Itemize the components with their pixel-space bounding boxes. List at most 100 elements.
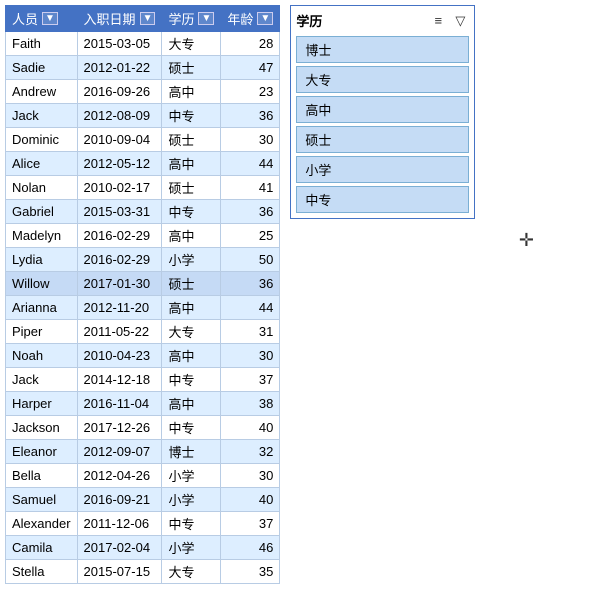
- cell-edu: 硕士: [162, 56, 221, 80]
- cell-name: Harper: [6, 392, 78, 416]
- cell-edu: 中专: [162, 200, 221, 224]
- cell-date: 2010-04-23: [77, 344, 162, 368]
- cell-age: 30: [221, 464, 280, 488]
- cell-date: 2017-12-26: [77, 416, 162, 440]
- cell-edu: 大专: [162, 32, 221, 56]
- cell-edu: 小学: [162, 536, 221, 560]
- cell-age: 37: [221, 512, 280, 536]
- cell-date: 2010-09-04: [77, 128, 162, 152]
- cell-age: 36: [221, 272, 280, 296]
- cell-date: 2014-12-18: [77, 368, 162, 392]
- table-row[interactable]: Alice2012-05-12高中44: [6, 152, 280, 176]
- cell-edu: 大专: [162, 320, 221, 344]
- cell-age: 35: [221, 560, 280, 584]
- cell-name: Dominic: [6, 128, 78, 152]
- cell-name: Jackson: [6, 416, 78, 440]
- cell-name: Alexander: [6, 512, 78, 536]
- table-row[interactable]: Stella2015-07-15大专35: [6, 560, 280, 584]
- table-row[interactable]: Faith2015-03-05大专28: [6, 32, 280, 56]
- cell-edu: 硕士: [162, 176, 221, 200]
- filter-panel: 学历 ≡ ▽ 博士大专高中硕士小学中专: [290, 5, 475, 219]
- cell-date: 2011-12-06: [77, 512, 162, 536]
- dropdown-arrow-date[interactable]: ▼: [140, 12, 156, 25]
- table-row[interactable]: Lydia2016-02-29小学50: [6, 248, 280, 272]
- cell-edu: 中专: [162, 104, 221, 128]
- cell-date: 2012-01-22: [77, 56, 162, 80]
- cell-age: 41: [221, 176, 280, 200]
- cell-edu: 高中: [162, 392, 221, 416]
- sort-icon[interactable]: ≡: [429, 12, 447, 30]
- filter-items-list: 博士大专高中硕士小学中专: [296, 36, 469, 213]
- table-row[interactable]: Samuel2016-09-21小学40: [6, 488, 280, 512]
- cell-date: 2017-02-04: [77, 536, 162, 560]
- table-row[interactable]: Jackson2017-12-26中专40: [6, 416, 280, 440]
- table-row[interactable]: Piper2011-05-22大专31: [6, 320, 280, 344]
- table-row[interactable]: Alexander2011-12-06中专37: [6, 512, 280, 536]
- table-row[interactable]: Nolan2010-02-17硕士41: [6, 176, 280, 200]
- table-row[interactable]: Arianna2012-11-20高中44: [6, 296, 280, 320]
- cell-name: Arianna: [6, 296, 78, 320]
- funnel-icon[interactable]: ▽: [451, 12, 469, 30]
- cell-edu: 小学: [162, 464, 221, 488]
- cell-date: 2016-02-29: [77, 248, 162, 272]
- cell-date: 2015-03-31: [77, 200, 162, 224]
- cell-age: 31: [221, 320, 280, 344]
- table-row[interactable]: Camila2017-02-04小学46: [6, 536, 280, 560]
- cell-age: 32: [221, 440, 280, 464]
- dropdown-arrow-name[interactable]: ▼: [42, 12, 58, 25]
- cell-name: Eleanor: [6, 440, 78, 464]
- cell-name: Camila: [6, 536, 78, 560]
- cell-age: 44: [221, 152, 280, 176]
- cell-date: 2016-09-26: [77, 80, 162, 104]
- cell-edu: 高中: [162, 296, 221, 320]
- cell-date: 2012-09-07: [77, 440, 162, 464]
- cell-age: 40: [221, 488, 280, 512]
- table-row[interactable]: Dominic2010-09-04硕士30: [6, 128, 280, 152]
- cell-name: Alice: [6, 152, 78, 176]
- cell-name: Nolan: [6, 176, 78, 200]
- cell-name: Willow: [6, 272, 78, 296]
- cell-edu: 高中: [162, 152, 221, 176]
- cell-name: Stella: [6, 560, 78, 584]
- cell-edu: 小学: [162, 248, 221, 272]
- cell-edu: 中专: [162, 368, 221, 392]
- table-row[interactable]: Noah2010-04-23高中30: [6, 344, 280, 368]
- cell-age: 30: [221, 128, 280, 152]
- table-row[interactable]: Gabriel2015-03-31中专36: [6, 200, 280, 224]
- table-row[interactable]: Jack2014-12-18中专37: [6, 368, 280, 392]
- cell-edu: 高中: [162, 344, 221, 368]
- cell-name: Faith: [6, 32, 78, 56]
- cell-edu: 中专: [162, 416, 221, 440]
- filter-item-中专[interactable]: 中专: [296, 186, 469, 213]
- cell-date: 2016-09-21: [77, 488, 162, 512]
- filter-item-博士[interactable]: 博士: [296, 36, 469, 63]
- cell-age: 36: [221, 200, 280, 224]
- cell-date: 2010-02-17: [77, 176, 162, 200]
- cell-age: 25: [221, 224, 280, 248]
- table-row[interactable]: Harper2016-11-04高中38: [6, 392, 280, 416]
- filter-header: 学历 ≡ ▽: [296, 11, 469, 30]
- table-row[interactable]: Willow2017-01-30硕士36: [6, 272, 280, 296]
- dropdown-arrow-edu[interactable]: ▼: [198, 12, 214, 25]
- table-row[interactable]: Jack2012-08-09中专36: [6, 104, 280, 128]
- cell-age: 50: [221, 248, 280, 272]
- table-row[interactable]: Eleanor2012-09-07博士32: [6, 440, 280, 464]
- cell-date: 2012-04-26: [77, 464, 162, 488]
- cell-date: 2017-01-30: [77, 272, 162, 296]
- main-table-container: 人员▼入职日期▼学历▼年龄▼ Faith2015-03-05大专28Sadie2…: [5, 5, 280, 588]
- filter-item-大专[interactable]: 大专: [296, 66, 469, 93]
- table-row[interactable]: Madelyn2016-02-29高中25: [6, 224, 280, 248]
- cell-edu: 大专: [162, 560, 221, 584]
- cell-name: Madelyn: [6, 224, 78, 248]
- table-row[interactable]: Sadie2012-01-22硕士47: [6, 56, 280, 80]
- cell-age: 38: [221, 392, 280, 416]
- table-row[interactable]: Bella2012-04-26小学30: [6, 464, 280, 488]
- cell-age: 40: [221, 416, 280, 440]
- table-row[interactable]: Andrew2016-09-26高中23: [6, 80, 280, 104]
- dropdown-arrow-age[interactable]: ▼: [257, 12, 273, 25]
- filter-item-小学[interactable]: 小学: [296, 156, 469, 183]
- cell-age: 28: [221, 32, 280, 56]
- filter-item-硕士[interactable]: 硕士: [296, 126, 469, 153]
- filter-icons: ≡ ▽: [429, 12, 469, 30]
- filter-item-高中[interactable]: 高中: [296, 96, 469, 123]
